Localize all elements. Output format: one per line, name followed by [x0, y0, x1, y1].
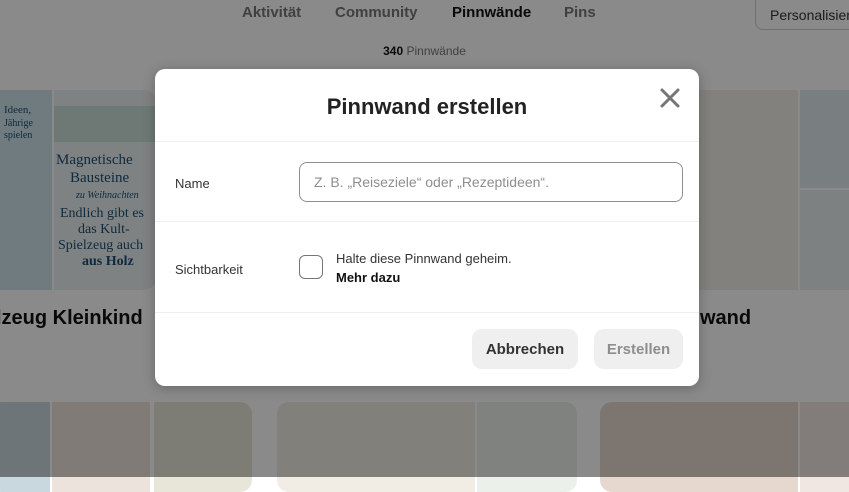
divider [155, 141, 699, 142]
close-icon [660, 88, 680, 108]
close-button[interactable] [657, 85, 683, 111]
dialog-title: Pinnwand erstellen [326, 94, 528, 119]
divider [155, 312, 699, 313]
secret-board-text: Halte diese Pinnwand geheim. [336, 251, 512, 266]
secret-board-checkbox[interactable] [299, 255, 323, 279]
learn-more-link[interactable]: Mehr dazu [336, 270, 400, 285]
create-board-dialog: Pinnwand erstellen Name Sichtbarkeit Hal… [155, 69, 699, 386]
name-label: Name [175, 176, 210, 191]
visibility-label: Sichtbarkeit [175, 262, 243, 277]
board-name-input[interactable] [299, 162, 683, 202]
divider [155, 221, 699, 222]
create-button[interactable]: Erstellen [594, 329, 683, 369]
cancel-button[interactable]: Abbrechen [472, 329, 578, 369]
